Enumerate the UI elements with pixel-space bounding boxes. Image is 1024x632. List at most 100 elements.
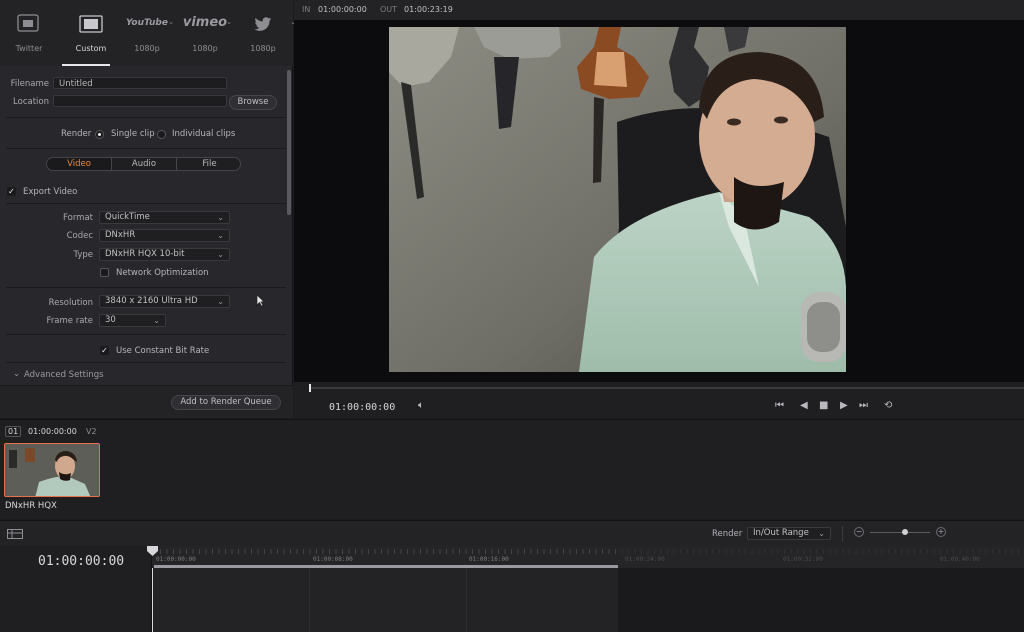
viewer-scrubber[interactable] xyxy=(310,387,1024,389)
divider xyxy=(6,334,286,335)
in-out-range xyxy=(152,568,618,632)
ruler-label: 01:00:00:00 xyxy=(156,556,196,563)
step-back-icon[interactable]: ◀︎ xyxy=(800,400,808,411)
type-value: DNxHR HQX 10-bit xyxy=(105,249,185,259)
clip-name: DNxHR HQX xyxy=(5,501,57,511)
divider xyxy=(6,287,286,288)
mouse-cursor-icon xyxy=(256,294,265,307)
preset-label: Twitter xyxy=(15,44,43,53)
timeline-playhead-line[interactable] xyxy=(152,568,153,632)
render-settings-panel: Twitter Custom YouTube ⌄ 1080p vimeo ⌄ 1… xyxy=(0,0,296,418)
preset-twitter[interactable]: Twitter xyxy=(0,0,58,66)
in-out-range-bar[interactable] xyxy=(154,565,618,568)
zoom-slider-handle[interactable] xyxy=(902,529,908,535)
twitter-preset-icon xyxy=(17,14,39,32)
chevron-down-icon: ⌄ xyxy=(217,297,224,306)
divider xyxy=(842,526,843,542)
type-select[interactable]: DNxHR HQX 10-bit ⌄ xyxy=(99,248,230,261)
codec-select[interactable]: DNxHR ⌄ xyxy=(99,229,230,242)
render-label: Render xyxy=(61,129,92,139)
ruler-label: 01:00:16:00 xyxy=(469,556,509,563)
clip-bin: 01 01:00:00:00 V2 DNxHR HQX xyxy=(0,419,1024,519)
timeline-toolbar: Render In/Out Range ⌄ − + xyxy=(0,520,1024,546)
chevron-down-icon: ⌄ xyxy=(217,213,224,222)
preset-vimeo[interactable]: vimeo ⌄ 1080p xyxy=(176,0,234,66)
individual-clips-label: Individual clips xyxy=(172,129,236,139)
preset-label: 1080p xyxy=(134,44,160,53)
in-timecode[interactable]: 01:00:00:00 xyxy=(318,5,367,14)
export-video-checkbox[interactable]: ✓ xyxy=(7,187,16,196)
volume-icon[interactable]: 🔈︎ xyxy=(418,400,424,411)
divider xyxy=(6,362,286,363)
preset-youtube[interactable]: YouTube ⌄ 1080p xyxy=(118,0,176,66)
chevron-down-icon: ⌄ xyxy=(217,250,224,259)
stop-icon[interactable]: ■ xyxy=(819,400,828,411)
codec-value: DNxHR xyxy=(105,230,136,240)
format-select[interactable]: QuickTime ⌄ xyxy=(99,211,230,224)
ruler-label: 01:00:32:00 xyxy=(783,556,823,563)
timeline-render-label: Render xyxy=(712,529,743,539)
ruler-label: 01:00:40:00 xyxy=(940,556,980,563)
track-number: 01 xyxy=(5,426,22,437)
ruler-label: 01:00:08:00 xyxy=(313,556,353,563)
render-range-select[interactable]: In/Out Range ⌄ xyxy=(747,527,831,540)
out-timecode[interactable]: 01:00:23:19 xyxy=(404,5,453,14)
advanced-settings-toggle[interactable]: Advanced Settings xyxy=(24,370,104,380)
chevron-down-icon: ⌄ xyxy=(153,316,160,325)
zoom-in-icon[interactable]: + xyxy=(936,527,946,537)
scrubber-playhead[interactable] xyxy=(309,384,311,392)
resolution-value: 3840 x 2160 Ultra HD xyxy=(105,296,198,306)
filename-label: Filename xyxy=(10,79,49,89)
framerate-select[interactable]: 30 ⌄ xyxy=(99,314,166,327)
clip-thumbnail[interactable] xyxy=(4,443,100,497)
timeline-playhead-icon[interactable] xyxy=(147,546,158,556)
track-timecode: 01:00:00:00 xyxy=(28,427,77,436)
framerate-label: Frame rate xyxy=(46,316,93,326)
location-input[interactable] xyxy=(53,95,227,107)
divider xyxy=(6,203,286,204)
filename-input[interactable]: Untitled xyxy=(53,77,227,89)
preset-label: 1080p xyxy=(250,44,276,53)
go-to-end-icon[interactable]: ⏭︎ xyxy=(859,400,868,411)
preset-twitter-1080p[interactable]: ⌄ 1080p xyxy=(234,0,296,66)
chevron-down-icon: ⌄ xyxy=(226,18,232,26)
play-icon[interactable]: ▶︎ xyxy=(840,400,848,411)
network-optimization-checkbox[interactable] xyxy=(100,268,109,277)
tab-audio[interactable]: Audio xyxy=(112,158,177,170)
settings-scrollbar[interactable] xyxy=(287,70,291,215)
framerate-value: 30 xyxy=(105,315,116,325)
render-presets-bar: Twitter Custom YouTube ⌄ 1080p vimeo ⌄ 1… xyxy=(0,0,296,66)
go-to-start-icon[interactable]: ⏮︎ xyxy=(775,400,784,411)
grid-line xyxy=(309,568,310,632)
zoom-slider[interactable] xyxy=(870,532,930,533)
zoom-out-icon[interactable]: − xyxy=(854,527,864,537)
active-preset-indicator xyxy=(62,64,110,66)
constant-bitrate-checkbox[interactable]: ✓ xyxy=(100,346,109,355)
out-label: OUT xyxy=(380,5,398,14)
individual-clips-radio[interactable] xyxy=(157,130,166,139)
add-to-render-queue-button[interactable]: Add to Render Queue xyxy=(171,395,281,410)
in-label: IN xyxy=(302,5,311,14)
network-optimization-label: Network Optimization xyxy=(116,268,209,278)
timeline-timecode: 01:00:00:00 xyxy=(38,554,125,569)
tab-video[interactable]: Video xyxy=(47,158,112,170)
codec-label: Codec xyxy=(66,231,93,241)
left-panel-footer: Add to Render Queue xyxy=(0,385,293,418)
browse-button[interactable]: Browse xyxy=(229,95,277,110)
resolution-select[interactable]: 3840 x 2160 Ultra HD ⌄ xyxy=(99,295,230,308)
loop-icon[interactable]: ⟲ xyxy=(884,400,892,411)
tab-file[interactable]: File xyxy=(177,158,240,170)
grid-line xyxy=(466,568,467,632)
format-label: Format xyxy=(63,213,93,223)
preset-custom[interactable]: Custom xyxy=(62,0,120,66)
constant-bitrate-label: Use Constant Bit Rate xyxy=(116,346,210,356)
viewer-header: IN 01:00:00:00 OUT 01:00:23:19 xyxy=(294,0,1024,20)
format-value: QuickTime xyxy=(105,212,150,222)
divider xyxy=(6,148,286,149)
timeline-view-icon[interactable] xyxy=(7,529,23,539)
chevron-down-icon[interactable]: ⌄ xyxy=(13,369,20,379)
location-label: Location xyxy=(13,97,49,107)
settings-tabs: Video Audio File xyxy=(46,157,241,171)
single-clip-radio[interactable] xyxy=(95,130,104,139)
viewer-timecode: 01:00:00:00 xyxy=(329,402,396,413)
